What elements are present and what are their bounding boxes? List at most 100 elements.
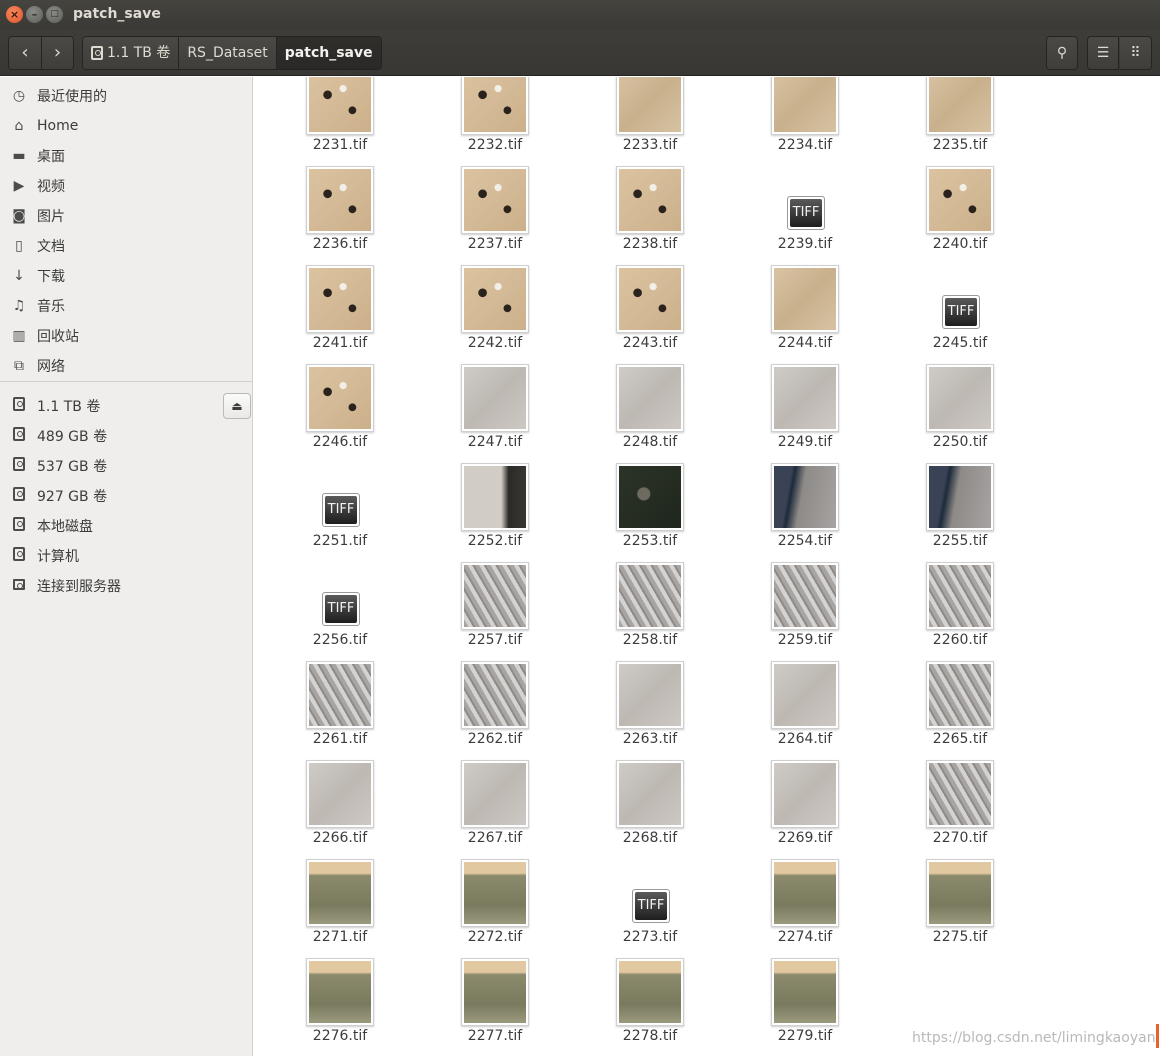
file-thumbnail xyxy=(616,77,684,135)
file-item[interactable]: 2277.tif xyxy=(430,958,560,1056)
file-item[interactable]: 2240.tif xyxy=(895,166,1025,265)
sidebar-device[interactable]: 连接到服务器 xyxy=(0,572,252,600)
file-item[interactable]: 2246.tif xyxy=(275,364,405,463)
file-name: 2274.tif xyxy=(777,929,833,945)
file-thumbnail xyxy=(616,562,684,630)
file-item[interactable]: TIFF 2245.tif xyxy=(895,265,1025,364)
sidebar-item[interactable]: ↓ 下载 xyxy=(0,262,252,290)
breadcrumb-patch-save[interactable]: patch_save xyxy=(275,37,381,69)
file-item[interactable]: 2274.tif xyxy=(740,859,870,958)
sidebar-device[interactable]: 计算机 xyxy=(0,542,252,570)
file-thumbnail xyxy=(461,77,529,135)
file-item[interactable]: 2254.tif xyxy=(740,463,870,562)
sidebar-item[interactable]: ♫ 音乐 xyxy=(0,292,252,320)
file-item[interactable]: 2238.tif xyxy=(585,166,715,265)
file-thumbnail xyxy=(461,562,529,630)
file-item[interactable]: 2243.tif xyxy=(585,265,715,364)
file-item[interactable]: 2269.tif xyxy=(740,760,870,859)
file-name: 2233.tif xyxy=(622,137,678,153)
disk-icon xyxy=(9,487,29,505)
file-item[interactable]: 2272.tif xyxy=(430,859,560,958)
sidebar-item[interactable]: ▬ 桌面 xyxy=(0,142,252,170)
sidebar-item-label: 视频 xyxy=(37,179,65,195)
file-item[interactable]: 2262.tif xyxy=(430,661,560,760)
file-item[interactable]: 2237.tif xyxy=(430,166,560,265)
sidebar-device[interactable]: 537 GB 卷 xyxy=(0,452,252,480)
home-icon: ⌂ xyxy=(14,118,24,134)
file-item[interactable]: 2247.tif xyxy=(430,364,560,463)
file-item[interactable]: 2271.tif xyxy=(275,859,405,958)
file-item[interactable]: 2257.tif xyxy=(430,562,560,661)
file-item[interactable]: 2279.tif xyxy=(740,958,870,1056)
eject-button[interactable]: ⏏ xyxy=(223,393,251,419)
file-item[interactable]: 2234.tif xyxy=(740,77,870,166)
list-icon: ☰ xyxy=(1096,45,1110,61)
file-item[interactable]: 2263.tif xyxy=(585,661,715,760)
grid-view-button[interactable]: ⠿ xyxy=(1120,36,1152,70)
clock-icon: ◷ xyxy=(12,88,26,104)
file-item[interactable]: 2258.tif xyxy=(585,562,715,661)
file-item[interactable]: 2252.tif xyxy=(430,463,560,562)
document-icon: ▯ xyxy=(15,238,23,254)
sidebar-device-label: 连接到服务器 xyxy=(37,579,121,595)
sidebar-device[interactable]: 927 GB 卷 xyxy=(0,482,252,510)
search-button[interactable]: ⚲ xyxy=(1046,36,1078,70)
file-item[interactable]: 2260.tif xyxy=(895,562,1025,661)
file-thumbnail xyxy=(616,166,684,234)
file-item[interactable]: 2266.tif xyxy=(275,760,405,859)
file-item[interactable]: TIFF 2239.tif xyxy=(740,166,870,265)
minimize-icon[interactable]: – xyxy=(26,6,43,23)
file-item[interactable]: 2242.tif xyxy=(430,265,560,364)
sidebar-device[interactable]: 本地磁盘 xyxy=(0,512,252,540)
forward-button[interactable]: › xyxy=(41,37,73,69)
file-item[interactable]: 2244.tif xyxy=(740,265,870,364)
maximize-icon[interactable]: □ xyxy=(46,6,63,23)
file-item[interactable]: 2278.tif xyxy=(585,958,715,1056)
file-thumbnail xyxy=(461,463,529,531)
file-name: 2248.tif xyxy=(622,434,678,450)
sidebar-item[interactable]: ▯ 文档 xyxy=(0,232,252,260)
file-thumbnail xyxy=(616,661,684,729)
file-item[interactable]: 2231.tif xyxy=(275,77,405,166)
file-item[interactable]: 2241.tif xyxy=(275,265,405,364)
file-item[interactable]: 2233.tif xyxy=(585,77,715,166)
sidebar-item[interactable]: ⧉ 网络 xyxy=(0,352,252,380)
file-item[interactable]: 2250.tif xyxy=(895,364,1025,463)
file-name: 2258.tif xyxy=(622,632,678,648)
file-item[interactable]: 2275.tif xyxy=(895,859,1025,958)
file-item[interactable]: TIFF 2273.tif xyxy=(585,859,715,958)
sidebar-item[interactable]: ◙ 图片 xyxy=(0,202,252,230)
music-icon: ♫ xyxy=(12,298,26,314)
file-item[interactable]: TIFF 2256.tif xyxy=(275,562,405,661)
file-item[interactable]: 2276.tif xyxy=(275,958,405,1056)
file-item[interactable]: 2253.tif xyxy=(585,463,715,562)
file-item[interactable]: TIFF 2251.tif xyxy=(275,463,405,562)
list-view-button[interactable]: ☰ xyxy=(1087,36,1119,70)
file-thumbnail xyxy=(926,859,994,927)
breadcrumb-rs-dataset[interactable]: RS_Dataset xyxy=(178,37,276,69)
sidebar-device[interactable]: 1.1 TB 卷 xyxy=(0,392,220,420)
file-item[interactable]: 2264.tif xyxy=(740,661,870,760)
close-icon[interactable]: × xyxy=(6,6,23,23)
file-item[interactable]: 2268.tif xyxy=(585,760,715,859)
file-item[interactable]: 2267.tif xyxy=(430,760,560,859)
sidebar-item-label: 图片 xyxy=(37,209,65,225)
file-item[interactable]: 2255.tif xyxy=(895,463,1025,562)
file-item[interactable]: 2265.tif xyxy=(895,661,1025,760)
sidebar-item[interactable]: ▶ 视频 xyxy=(0,172,252,200)
breadcrumb-volume[interactable]: 1.1 TB 卷 xyxy=(83,37,179,69)
network-icon: ⧉ xyxy=(14,358,24,374)
file-item[interactable]: 2248.tif xyxy=(585,364,715,463)
file-item[interactable]: 2235.tif xyxy=(895,77,1025,166)
back-button[interactable]: ‹ xyxy=(9,37,41,69)
file-item[interactable]: 2259.tif xyxy=(740,562,870,661)
sidebar-item[interactable]: ⌂ Home xyxy=(0,112,252,140)
sidebar-device[interactable]: 489 GB 卷 xyxy=(0,422,252,450)
sidebar-item[interactable]: ◷ 最近使用的 xyxy=(0,82,252,110)
file-item[interactable]: 2232.tif xyxy=(430,77,560,166)
file-item[interactable]: 2236.tif xyxy=(275,166,405,265)
sidebar-item[interactable]: ▥ 回收站 xyxy=(0,322,252,350)
file-item[interactable]: 2270.tif xyxy=(895,760,1025,859)
file-item[interactable]: 2249.tif xyxy=(740,364,870,463)
file-item[interactable]: 2261.tif xyxy=(275,661,405,760)
